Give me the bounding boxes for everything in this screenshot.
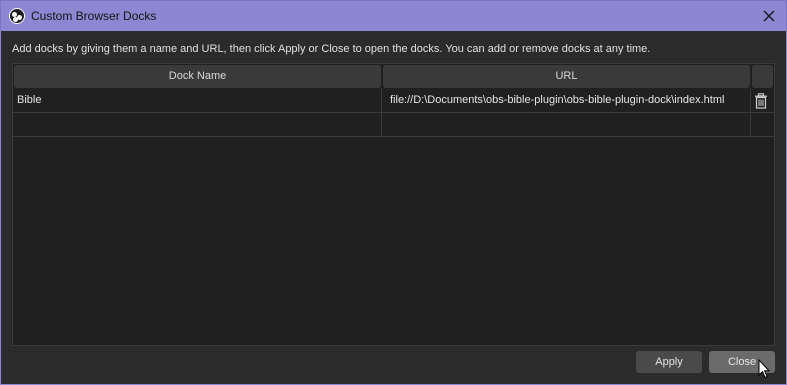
header-url[interactable]: URL [383,65,750,88]
new-dock-url-cell[interactable] [390,113,750,136]
obs-logo-icon [9,8,25,24]
apply-button[interactable]: Apply [636,351,702,373]
instruction-text: Add docks by giving them a name and URL,… [12,43,651,55]
mouse-cursor-icon [758,358,771,379]
new-dock-name-cell[interactable] [17,113,379,136]
header-actions [752,65,773,88]
close-icon[interactable] [760,7,778,25]
column-divider [381,89,382,112]
window-title: Custom Browser Docks [31,9,157,23]
column-divider [750,89,751,112]
column-divider [750,113,751,136]
table-row[interactable]: Bible file://D:\Documents\obs-bible-plug… [13,89,774,113]
title-bar: Custom Browser Docks [0,0,787,31]
dock-name-cell[interactable]: Bible [17,89,379,112]
docks-table: Dock Name URL Bible file://D:\Documents\… [12,63,775,346]
column-divider [381,113,382,136]
dock-url-cell[interactable]: file://D:\Documents\obs-bible-plugin\obs… [390,89,750,112]
header-dock-name[interactable]: Dock Name [14,65,381,88]
table-row-empty[interactable] [13,113,774,137]
trash-icon[interactable] [754,93,768,109]
